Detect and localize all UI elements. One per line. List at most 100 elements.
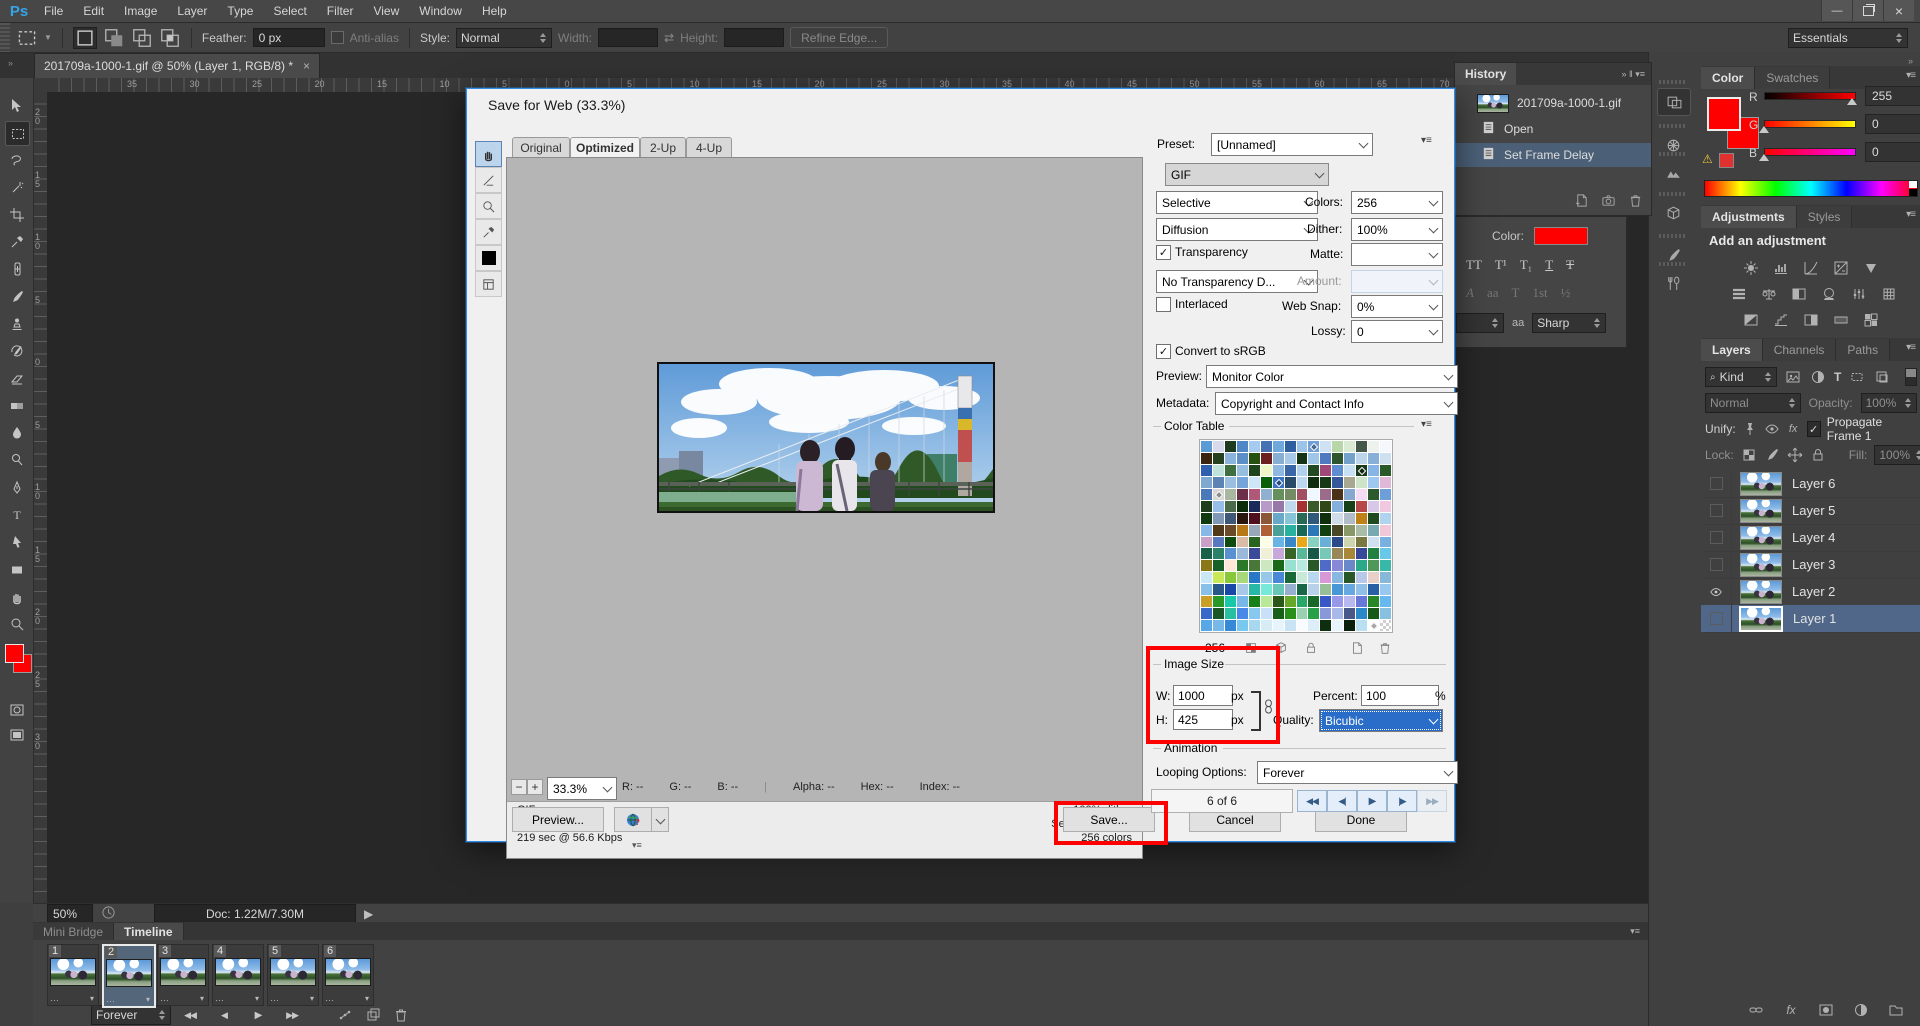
color-swatch-cell[interactable] [1380,452,1391,464]
adjustments-panel-menu-icon[interactable]: ▾≡ [1906,209,1916,220]
color-swatch-cell[interactable] [1308,452,1320,464]
histogram-icon[interactable] [1657,160,1689,186]
fractions-icon[interactable]: ½ [1561,285,1571,301]
height-input[interactable] [724,28,785,47]
previous-frame-button[interactable]: ◀ [209,1008,239,1023]
tab-history[interactable]: History [1455,63,1517,85]
color-swatch-cell[interactable] [1201,572,1212,584]
selection-new-icon[interactable] [72,26,97,49]
color-swatch-cell[interactable] [1356,560,1368,572]
color-swatch-cell[interactable] [1284,441,1296,452]
color-swatch-cell[interactable] [1248,548,1260,560]
tab-adjustments[interactable]: Adjustments [1701,206,1797,228]
color-swatch-cell[interactable] [1284,572,1296,584]
color-swatch-cell[interactable] [1212,464,1224,476]
color-lookup-icon[interactable] [1877,284,1901,304]
color-swatch-cell[interactable] [1284,512,1296,524]
color-swatch-cell[interactable] [1332,476,1344,488]
transparency-checkbox[interactable]: ✓ [1156,245,1171,260]
height-px-input[interactable]: 425 [1173,709,1233,730]
color-swatch-cell[interactable] [1368,452,1380,464]
color-swatch-cell[interactable] [1236,476,1248,488]
exposure-icon[interactable] [1829,258,1853,278]
lossy-select[interactable]: 0 [1351,320,1443,343]
color-swatch-cell[interactable] [1260,548,1272,560]
color-swatch-cell[interactable] [1236,572,1248,584]
animation-frame-2[interactable]: 2 … ▾ [102,944,156,1008]
color-swatch-cell[interactable] [1380,560,1391,572]
color-swatch-cell[interactable] [1224,560,1236,572]
pen-tool-icon[interactable] [5,476,28,499]
color-swatch-cell[interactable] [1236,488,1248,500]
web-snap-select[interactable]: 0% [1351,295,1443,318]
tab-mini-bridge[interactable]: Mini Bridge [33,923,115,940]
channel-mixer-icon[interactable] [1847,284,1871,304]
color-swatch-cell[interactable] [1272,584,1284,596]
color-swatch-cell[interactable] [1272,452,1284,464]
color-swatch-cell[interactable] [1224,572,1236,584]
move-tool-icon[interactable] [5,94,28,117]
color-swatch-cell[interactable] [1224,620,1236,631]
filter-adjustment-layers-icon[interactable] [1809,367,1827,387]
color-swatch-cell[interactable] [1296,584,1308,596]
eyedropper-tool-icon[interactable] [475,219,502,245]
photo-filter-icon[interactable] [1817,284,1841,304]
color-swatch-cell[interactable] [1260,488,1272,500]
looping-options-select[interactable]: Forever [1257,761,1458,784]
color-swatch-cell[interactable] [1368,608,1380,620]
color-swatch-cell[interactable] [1296,476,1308,488]
filter-pixel-layers-icon[interactable] [1784,367,1802,387]
frame-delay-select[interactable]: … ▾ [160,993,204,1003]
frame-delay-select[interactable]: … ▾ [215,993,259,1003]
g-value[interactable]: 0 [1865,114,1920,134]
color-swatch-cell[interactable] [1260,441,1272,452]
superscript-icon[interactable]: T¹ [1495,257,1507,273]
color-swatch-cell[interactable] [1201,464,1212,476]
lock-color-icon[interactable] [1301,640,1321,656]
color-swatch-cell[interactable] [1236,584,1248,596]
r-slider[interactable] [1764,92,1856,100]
animation-frame-4[interactable]: 4 … ▾ [212,944,264,1006]
color-swatch-cell[interactable] [1212,536,1224,548]
color-swatch-cell[interactable] [1248,560,1260,572]
color-swatch-cell[interactable] [1224,512,1236,524]
color-swatch-cell[interactable] [1332,500,1344,512]
tab-styles[interactable]: Styles [1796,206,1853,228]
color-swatch-cell[interactable] [1356,524,1368,536]
selective-color-icon[interactable] [1859,310,1883,330]
gradient-tool-icon[interactable] [5,394,28,417]
color-swatch-cell[interactable] [1236,620,1248,631]
color-swatch-cell[interactable] [1272,441,1284,452]
color-swatch-cell[interactable] [1224,500,1236,512]
vibrance-icon[interactable] [1859,258,1883,278]
delete-state-icon[interactable] [1628,193,1643,211]
color-swatch-cell[interactable] [1356,572,1368,584]
subscript-icon[interactable]: T₁ [1520,257,1532,273]
color-swatch-cell[interactable] [1344,584,1356,596]
color-swatch-cell[interactable] [1380,500,1391,512]
tab-color[interactable]: Color [1701,67,1756,89]
tab-timeline[interactable]: Timeline [114,923,184,940]
color-swatch-cell[interactable] [1248,524,1260,536]
color-swatch-cell[interactable] [1236,596,1248,608]
color-swatch-cell[interactable] [1212,524,1224,536]
color-swatch-cell[interactable] [1201,524,1212,536]
zoom-level-select[interactable]: 33.3% [547,777,617,800]
dither-select[interactable]: 100% [1351,218,1443,241]
color-swatch-cell[interactable] [1320,596,1332,608]
color-table-menu-icon[interactable]: ▾≡ [1421,419,1432,430]
lock-all-icon[interactable] [1810,445,1826,465]
color-swatch-cell[interactable] [1212,441,1224,452]
color-swatch-cell[interactable] [1308,608,1320,620]
color-swatch-cell[interactable] [1320,512,1332,524]
color-swatch-cell[interactable] [1356,620,1368,631]
color-swatch-cell[interactable] [1212,620,1224,631]
animation-frame-5[interactable]: 5 … ▾ [267,944,319,1006]
color-swatch-cell[interactable] [1201,620,1212,631]
swap-dimensions-icon[interactable]: ⇄ [664,31,674,45]
color-swatch-cell[interactable] [1248,476,1260,488]
color-swatch-cell[interactable] [1201,500,1212,512]
swash-icon[interactable]: T [1512,285,1520,301]
color-swatch-cell[interactable] [1332,620,1344,631]
unify-style-icon[interactable]: fx [1786,419,1801,439]
